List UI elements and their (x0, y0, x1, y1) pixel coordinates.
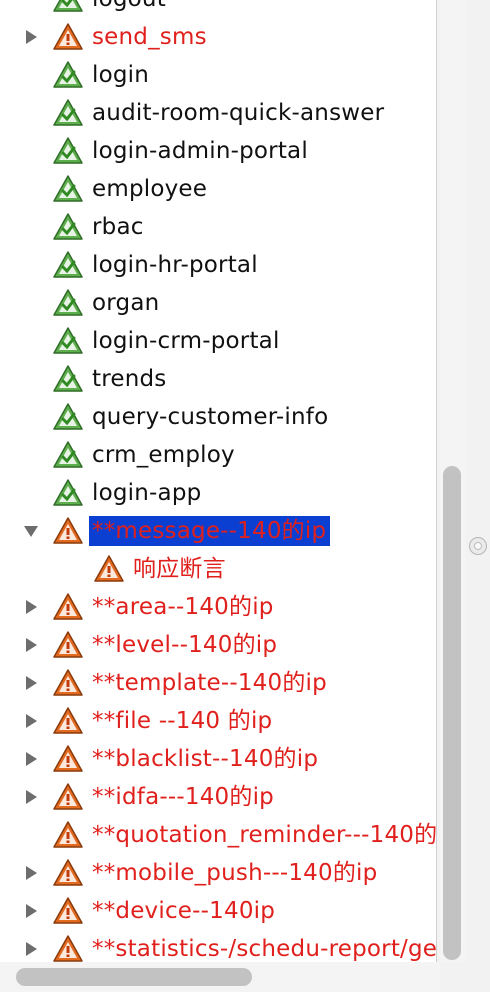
success-status-icon (52, 402, 84, 432)
tree-row-label[interactable]: login-crm-portal (92, 326, 280, 356)
tree-row[interactable]: login-crm-portal (0, 322, 436, 360)
expanded-arrow-icon[interactable] (22, 522, 40, 540)
tree-row[interactable]: logout (0, 0, 436, 18)
tree-row-label[interactable]: login-admin-portal (92, 136, 308, 166)
collapsed-arrow-icon[interactable] (22, 712, 40, 730)
tree-row[interactable]: **message--140的ip (0, 512, 436, 550)
collapsed-arrow-icon[interactable] (22, 788, 40, 806)
warning-status-icon (52, 516, 84, 546)
collapsed-arrow-icon[interactable] (22, 28, 40, 46)
warning-status-icon (52, 630, 84, 660)
tree-row[interactable]: **device--140ip (0, 892, 436, 930)
tree-row-label[interactable]: login-app (92, 478, 201, 508)
tree-row-label[interactable]: **blacklist--140的ip (92, 744, 318, 774)
vertical-scrollbar-thumb[interactable] (443, 466, 461, 960)
warning-status-icon (52, 858, 84, 888)
horizontal-scrollbar-thumb[interactable] (16, 968, 252, 986)
tree-row-label[interactable]: login-hr-portal (92, 250, 258, 280)
collapsed-arrow-icon[interactable] (22, 902, 40, 920)
tree-row[interactable]: login-hr-portal (0, 246, 436, 284)
success-status-icon (52, 440, 84, 470)
tree-row[interactable]: send_sms (0, 18, 436, 56)
tree-row-label[interactable]: logout (92, 0, 166, 14)
tree-row-label[interactable]: employee (92, 174, 207, 204)
tree-row[interactable]: login-admin-portal (0, 132, 436, 170)
tree-row[interactable]: **template--140的ip (0, 664, 436, 702)
success-status-icon (52, 326, 84, 356)
tree-row-label[interactable]: login (92, 60, 149, 90)
warning-status-icon (52, 668, 84, 698)
tree-row[interactable]: **area--140的ip (0, 588, 436, 626)
warning-status-icon (52, 592, 84, 622)
collapsed-arrow-icon[interactable] (22, 864, 40, 882)
success-status-icon (52, 0, 84, 14)
warning-status-icon (52, 934, 84, 962)
tree-row-label[interactable]: organ (92, 288, 159, 318)
collapsed-arrow-icon[interactable] (22, 636, 40, 654)
success-status-icon (52, 174, 84, 204)
tree-row[interactable]: audit-room-quick-answer (0, 94, 436, 132)
tree-row-label[interactable]: **mobile_push---140的ip (92, 858, 377, 888)
tree-row-label[interactable]: **quotation_reminder---140的ip (92, 820, 436, 850)
success-status-icon (52, 98, 84, 128)
tree-row-label[interactable]: **area--140的ip (92, 592, 274, 622)
tree-row-label[interactable]: **idfa---140的ip (92, 782, 274, 812)
tree-row-label[interactable]: **message--140的ip (89, 516, 331, 546)
tree-row-label[interactable]: query-customer-info (92, 402, 328, 432)
tree-row-label[interactable]: crm_employ (92, 440, 235, 470)
tree-row[interactable]: **blacklist--140的ip (0, 740, 436, 778)
tree-row[interactable]: **mobile_push---140的ip (0, 854, 436, 892)
warning-status-icon (52, 896, 84, 926)
tree-row-label[interactable]: audit-room-quick-answer (92, 98, 384, 128)
tree-row-label[interactable]: rbac (92, 212, 144, 242)
tree-row-label[interactable]: **level--140的ip (92, 630, 277, 660)
tree-row[interactable]: **level--140的ip (0, 626, 436, 664)
test-plan-tree[interactable]: logout send_smslogin audit-room-quick-answ… (0, 0, 436, 962)
collapsed-arrow-icon[interactable] (22, 940, 40, 958)
tree-row[interactable]: 响应断言 (0, 550, 436, 588)
tree-row[interactable]: **idfa---140的ip (0, 778, 436, 816)
warning-status-icon (52, 22, 84, 52)
success-status-icon (52, 136, 84, 166)
warning-status-icon (52, 706, 84, 736)
success-status-icon (52, 288, 84, 318)
warning-status-icon (52, 782, 84, 812)
success-status-icon (52, 478, 84, 508)
warning-status-icon (93, 554, 125, 584)
tree-row-label[interactable]: 响应断言 (133, 554, 226, 584)
tree-row-label[interactable]: **statistics-/schedu-report/get (92, 934, 436, 962)
tree-row[interactable]: organ (0, 284, 436, 322)
tree-row-label[interactable]: **device--140ip (92, 896, 275, 926)
tree-row[interactable]: trends (0, 360, 436, 398)
success-status-icon (52, 60, 84, 90)
collapsed-arrow-icon[interactable] (22, 750, 40, 768)
collapsed-arrow-icon[interactable] (22, 674, 40, 692)
tree-row[interactable]: **statistics-/schedu-report/get (0, 930, 436, 962)
tree-row[interactable]: login (0, 56, 436, 94)
warning-status-icon (52, 744, 84, 774)
split-pane-divider-handle[interactable] (469, 537, 487, 555)
success-status-icon (52, 364, 84, 394)
tree-row-label[interactable]: **template--140的ip (92, 668, 327, 698)
tree-row[interactable]: crm_employ (0, 436, 436, 474)
tree-row[interactable]: rbac (0, 208, 436, 246)
tree-row-label[interactable]: **file --140 的ip (92, 706, 272, 736)
success-status-icon (52, 250, 84, 280)
tree-row[interactable]: login-app (0, 474, 436, 512)
tree-row[interactable]: **file --140 的ip (0, 702, 436, 740)
tree-row[interactable]: query-customer-info (0, 398, 436, 436)
tree-row[interactable]: employee (0, 170, 436, 208)
tree-row-label[interactable]: trends (92, 364, 166, 394)
collapsed-arrow-icon[interactable] (22, 598, 40, 616)
tree-row-label[interactable]: send_sms (92, 22, 207, 52)
success-status-icon (52, 212, 84, 242)
tree-row[interactable]: **quotation_reminder---140的ip (0, 816, 436, 854)
warning-status-icon (52, 820, 84, 850)
